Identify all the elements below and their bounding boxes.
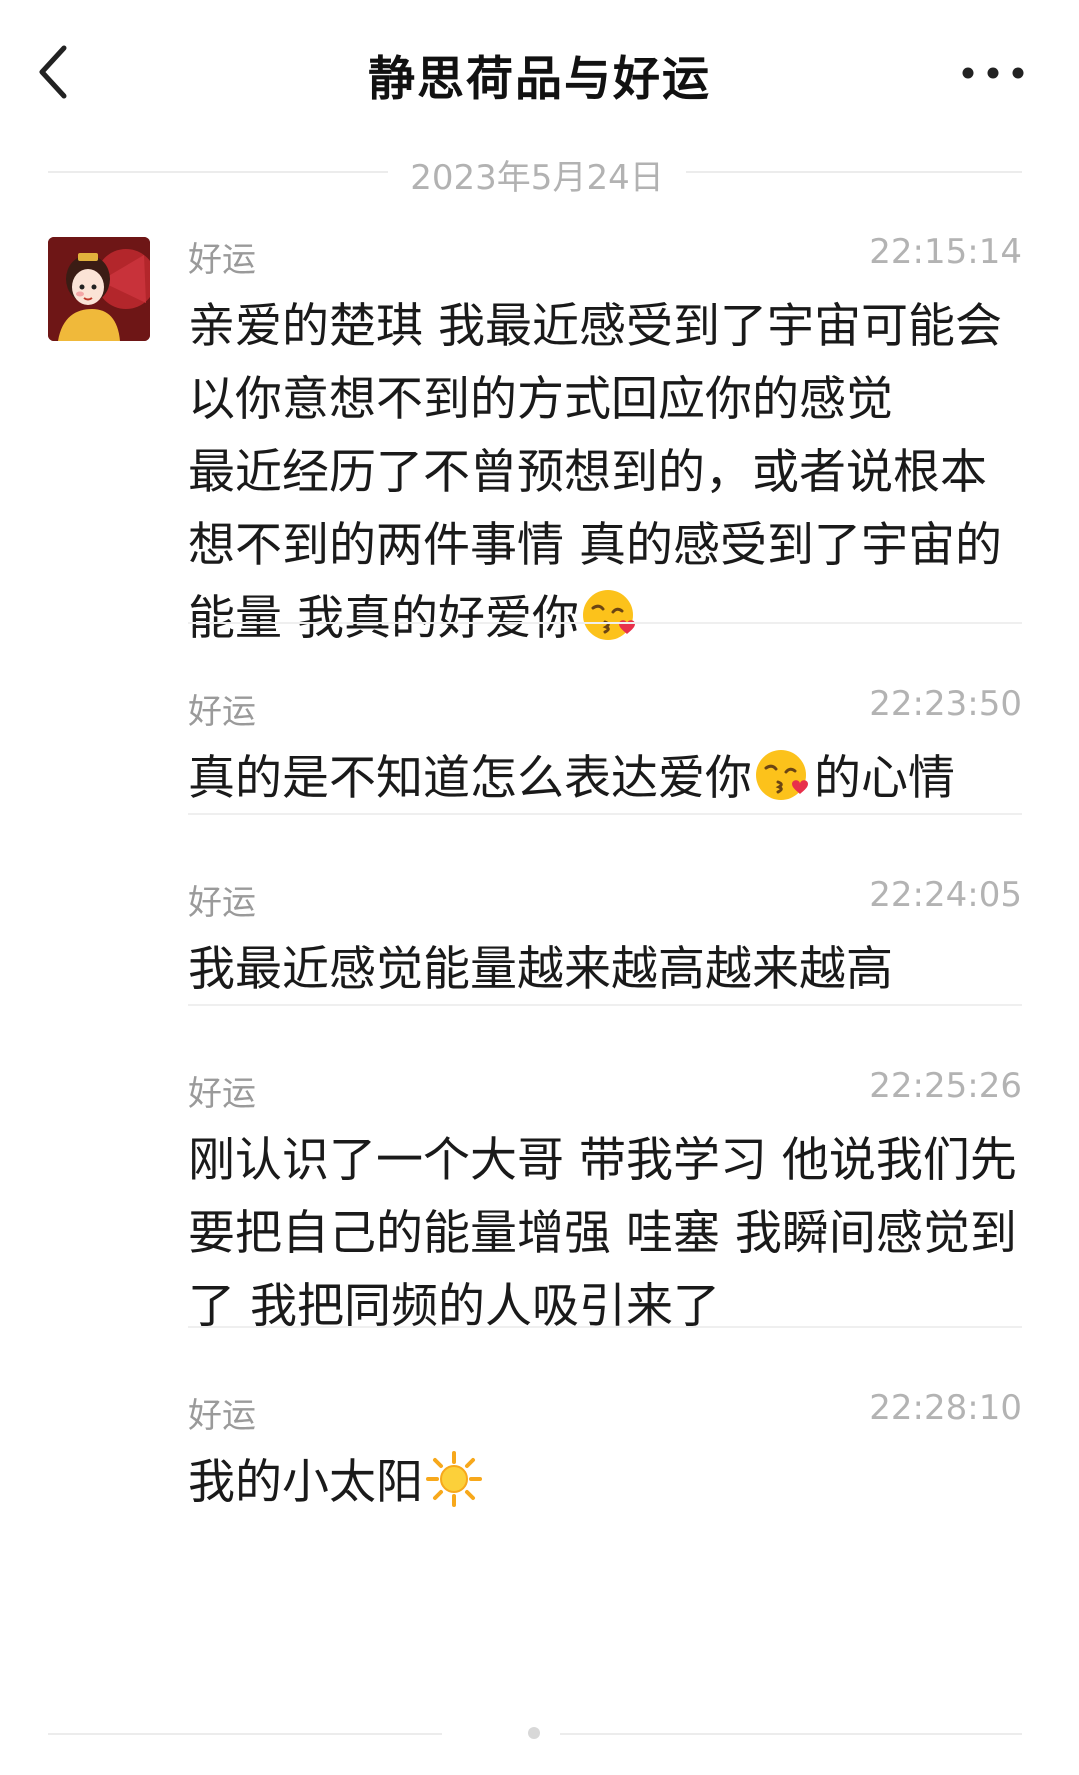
- message-timestamp: 22:23:50: [869, 684, 1022, 724]
- message-timestamp: 22:28:10: [869, 1388, 1022, 1428]
- message-text-part: 真的是不知道怎么表达爱你: [188, 751, 752, 806]
- avatar-image: [48, 237, 150, 341]
- message-item[interactable]: 好运 22:15:14 亲爱的楚琪 我最近感受到了宇宙可能会以你意想不到的方式回…: [188, 232, 1022, 646]
- message-item[interactable]: 好运 22:24:05 我最近感觉能量越来越高越来越高: [188, 875, 1022, 997]
- face-blowing-kiss-emoji: [754, 746, 812, 804]
- date-label: 2023年5月24日: [410, 158, 664, 198]
- message-timestamp: 22:15:14: [869, 232, 1022, 272]
- message-text: 真的是不知道怎么表达爱你 的心情: [188, 742, 1022, 815]
- message-divider: [188, 1326, 1022, 1328]
- message-divider: [188, 622, 1022, 624]
- message-item[interactable]: 好运 22:25:26 刚认识了一个大哥 带我学习 他说我们先要把自己的能量增强…: [188, 1066, 1022, 1334]
- sender-name: 好运: [188, 1396, 256, 1436]
- top-bar: 静思荷品与好运: [0, 0, 1079, 140]
- more-options-button[interactable]: [960, 58, 1026, 88]
- message-item[interactable]: 好运 22:28:10 我的小太阳: [188, 1388, 1022, 1510]
- message-text: 亲爱的楚琪 我最近感受到了宇宙可能会以你意想不到的方式回应你的感觉 最近经历了不…: [188, 290, 1022, 655]
- message-timestamp: 22:24:05: [869, 875, 1022, 915]
- message-text: 我的小太阳: [188, 1446, 1022, 1519]
- face-blowing-kiss-emoji: [581, 586, 639, 644]
- message-text: 刚认识了一个大哥 带我学习 他说我们先要把自己的能量增强 哇塞 我瞬间感觉到了 …: [188, 1133, 1017, 1334]
- message-text-part: 我的小太阳: [188, 1455, 423, 1510]
- scroll-indicator-dot: [528, 1727, 540, 1739]
- date-separator: 2023年5月24日: [48, 150, 1022, 198]
- message-item[interactable]: 好运 22:23:50 真的是不知道怎么表达爱你 的心情: [188, 684, 1022, 806]
- message-timestamp: 22:25:26: [869, 1066, 1022, 1106]
- sender-name: 好运: [188, 883, 256, 923]
- avatar[interactable]: [48, 237, 150, 341]
- message-divider: [188, 1004, 1022, 1006]
- divider-line: [48, 1733, 442, 1735]
- sender-name: 好运: [188, 692, 256, 732]
- divider-line: [48, 171, 388, 173]
- sender-name: 好运: [188, 1074, 256, 1114]
- message-text: 我最近感觉能量越来越高越来越高: [188, 942, 893, 997]
- sender-name: 好运: [188, 240, 256, 280]
- message-divider: [188, 813, 1022, 815]
- message-text-part: 的心情: [814, 751, 955, 806]
- sun-emoji: [425, 1450, 483, 1508]
- more-horizontal-icon: [962, 67, 1024, 79]
- divider-line: [686, 171, 1022, 173]
- divider-line: [560, 1733, 1022, 1735]
- page-title: 静思荷品与好运: [368, 52, 711, 107]
